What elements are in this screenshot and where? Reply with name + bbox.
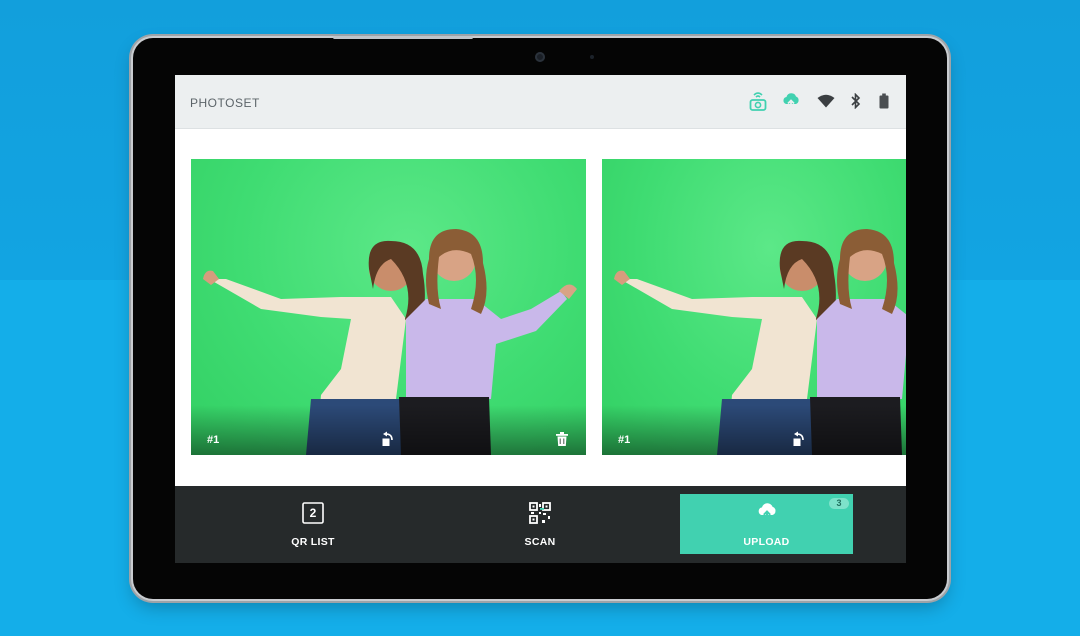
qr-code-icon [529, 502, 551, 529]
bottom-action-bar: 2 QR LIST SCAN 3 UPLOAD [175, 486, 906, 563]
photo-caption-shade [602, 405, 906, 455]
camera-wifi-icon[interactable] [748, 90, 768, 112]
top-bar: PHOTOSET [175, 75, 906, 129]
qr-list-count: 2 [309, 506, 317, 520]
photo-number: #1 [207, 434, 220, 446]
upload-button[interactable]: 3 UPLOAD [680, 494, 853, 554]
rotate-icon[interactable] [791, 431, 807, 447]
photo-number: #1 [618, 434, 631, 446]
qr-list-count-icon: 2 [302, 502, 324, 529]
scan-button[interactable]: SCAN [468, 494, 612, 554]
scan-label: SCAN [524, 536, 556, 548]
photo-card[interactable]: #1 [191, 159, 586, 455]
app-title: PHOTOSET [190, 96, 260, 110]
battery-icon [874, 90, 894, 112]
rotate-icon[interactable] [380, 431, 396, 447]
front-camera [535, 52, 545, 62]
qr-list-button[interactable]: 2 QR LIST [241, 494, 385, 554]
wifi-icon [816, 90, 836, 112]
photo-caption-shade [191, 405, 586, 455]
upload-count-badge: 3 [829, 498, 849, 509]
tablet-frame: PHOTOSET #1 #1 2 QR LIST SCAN 3 UPLOAD [133, 36, 947, 599]
qr-list-label: QR LIST [291, 536, 335, 548]
cloud-upload-icon [756, 502, 778, 527]
app-screen: PHOTOSET #1 #1 2 QR LIST SCAN 3 UPLOAD [175, 75, 906, 563]
tablet-edge-highlight [333, 36, 473, 39]
light-sensor [590, 55, 594, 59]
upload-label: UPLOAD [743, 536, 790, 548]
cloud-upload-icon[interactable] [781, 90, 801, 112]
bluetooth-icon [846, 90, 866, 112]
photo-card[interactable]: #1 [602, 159, 906, 455]
delete-icon[interactable] [555, 431, 571, 447]
